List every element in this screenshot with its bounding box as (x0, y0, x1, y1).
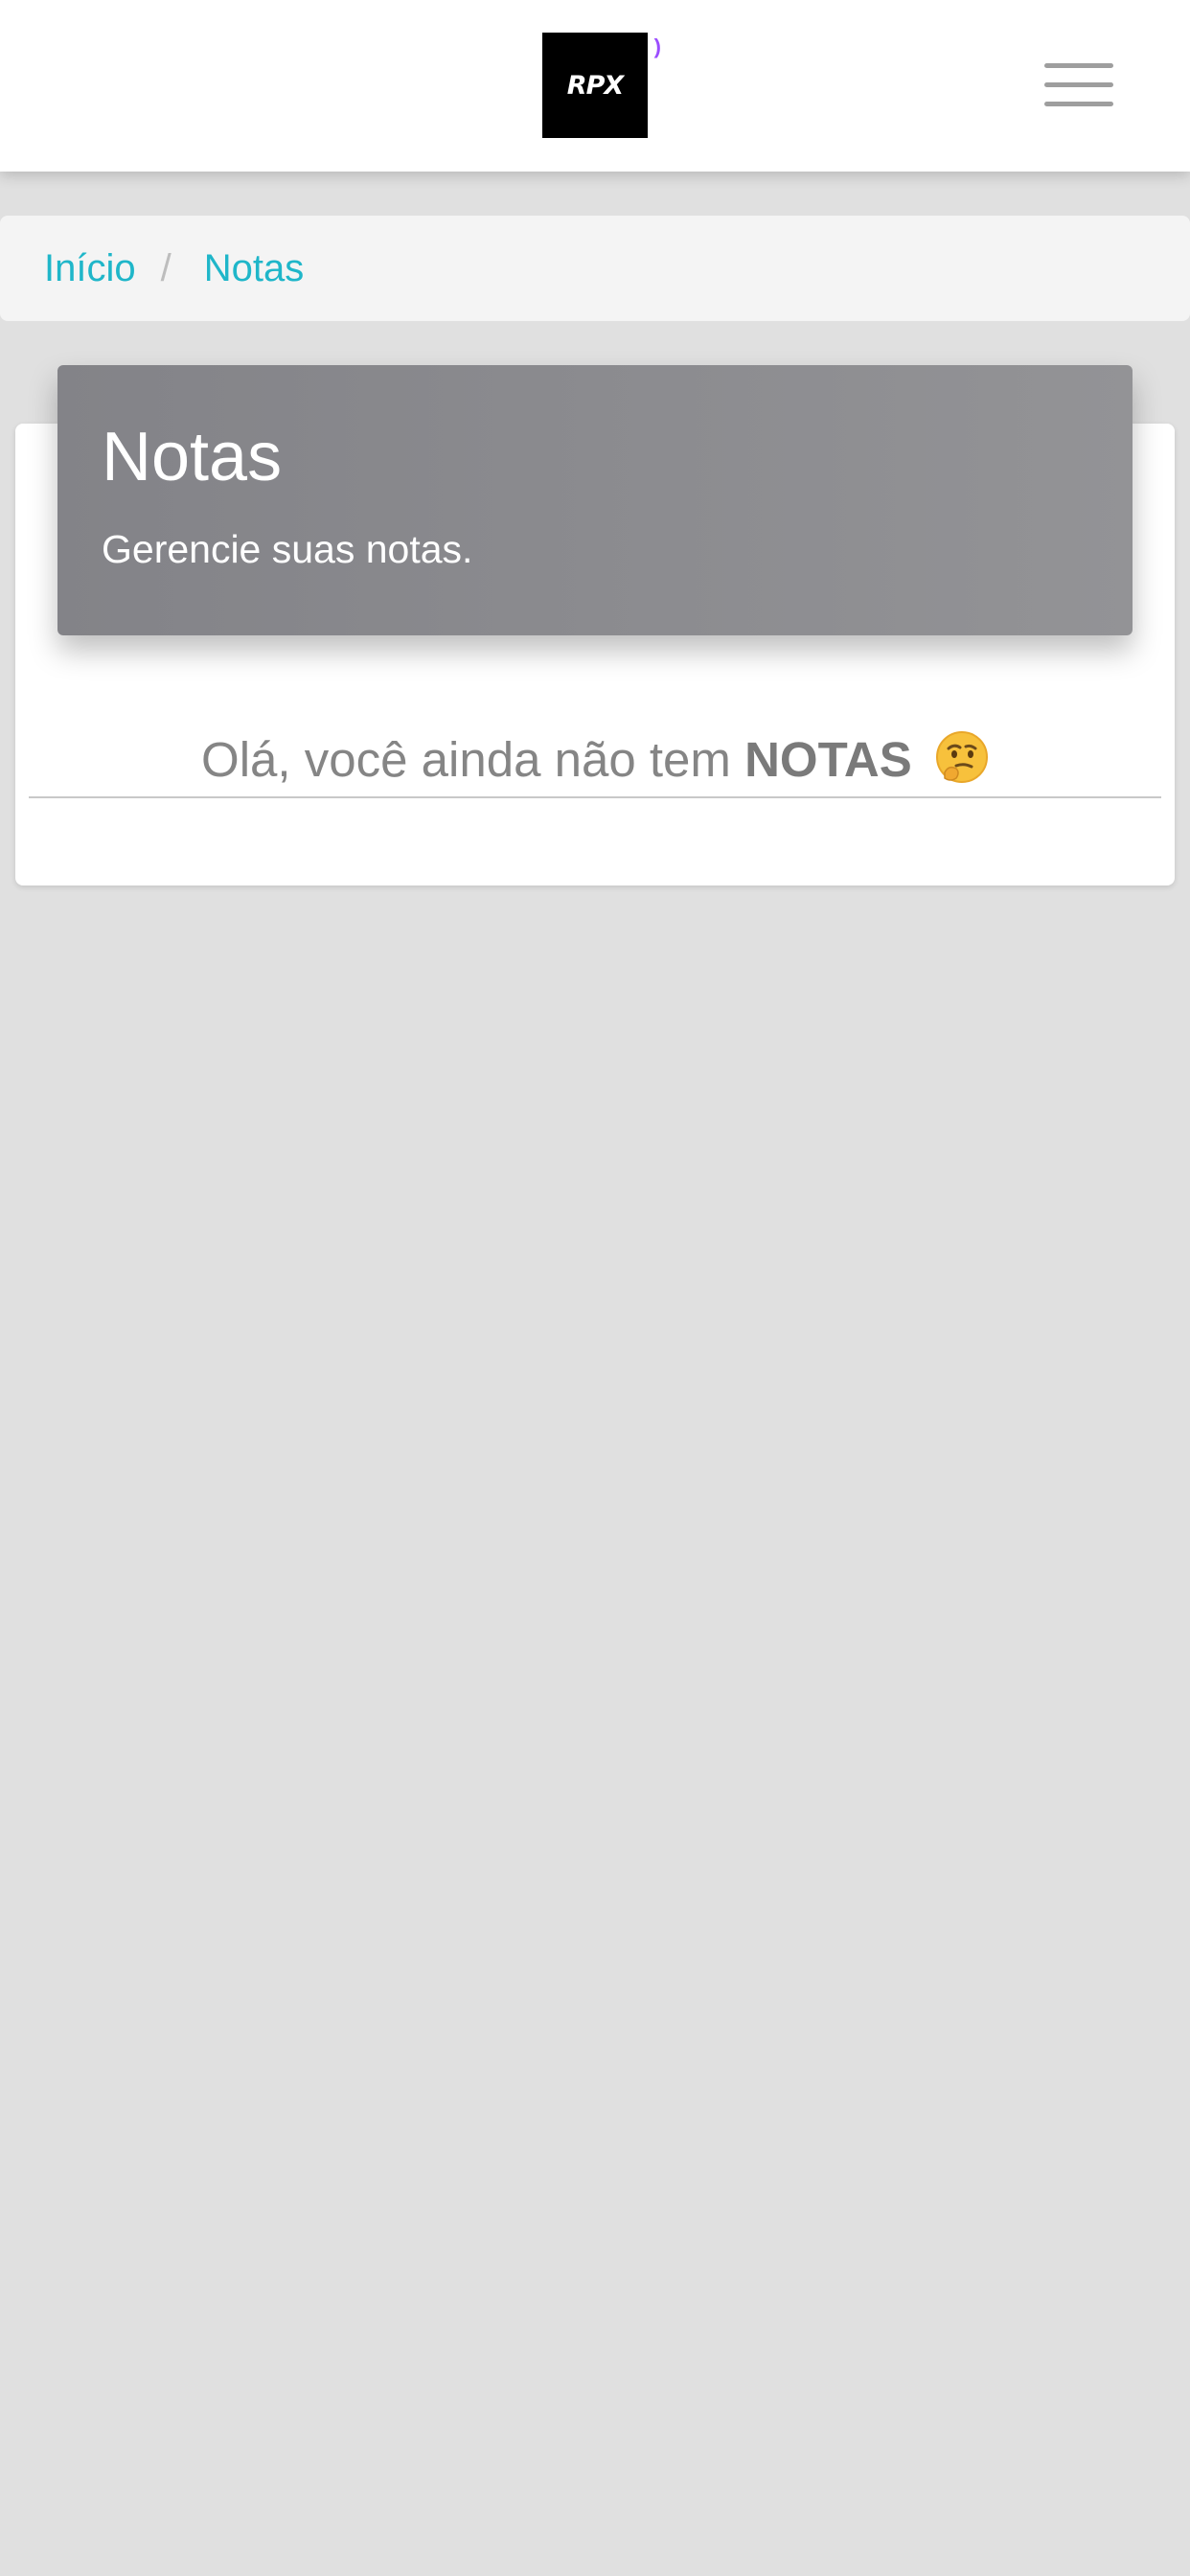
empty-state-message: Olá, você ainda não tem NOTAS (0, 730, 1190, 788)
logo-text: RPX (566, 70, 624, 101)
breadcrumb-separator: / (160, 246, 172, 289)
breadcrumb: Início / Notas (0, 216, 1190, 321)
page-title: Notas (102, 419, 283, 495)
sound-waves-icon: ) (653, 34, 661, 58)
empty-state-text: Olá, você ainda não tem (201, 732, 745, 787)
breadcrumb-home-link[interactable]: Início (44, 247, 136, 290)
card-header: Notas Gerencie suas notas. (57, 365, 1133, 635)
page-subtitle: Gerencie suas notas. (102, 527, 473, 571)
hamburger-menu-icon[interactable] (1044, 63, 1115, 109)
divider (29, 796, 1161, 798)
empty-state-emphasis: NOTAS (744, 732, 912, 787)
brand-logo[interactable]: RPX ) (542, 33, 661, 138)
thinking-face-icon (935, 731, 988, 783)
top-navbar: RPX ) (0, 0, 1190, 172)
breadcrumb-current-link[interactable]: Notas (204, 247, 305, 290)
